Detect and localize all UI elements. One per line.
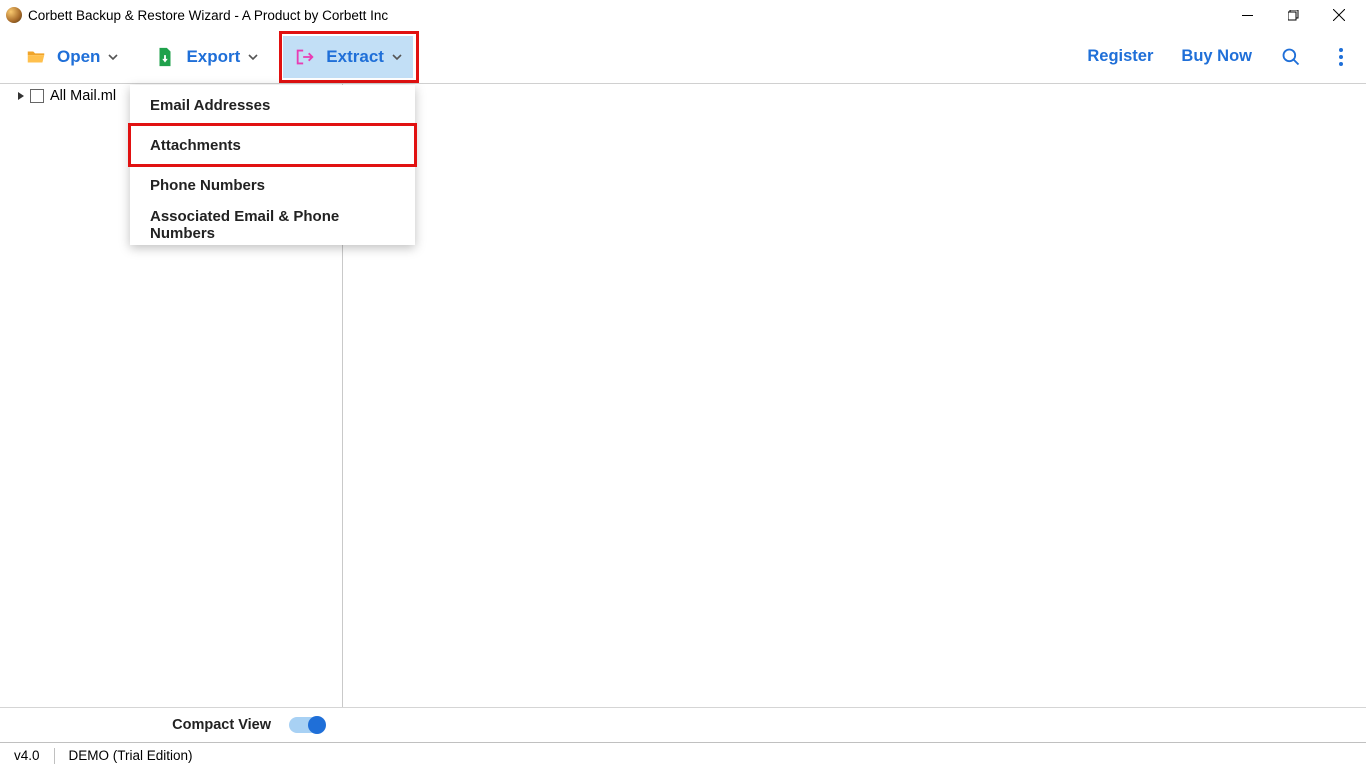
extract-label: Extract xyxy=(326,47,384,67)
export-button[interactable]: Export xyxy=(143,36,269,78)
search-button[interactable] xyxy=(1280,46,1302,68)
file-export-icon xyxy=(154,46,176,68)
titlebar: Corbett Backup & Restore Wizard - A Prod… xyxy=(0,0,1366,30)
buy-now-link[interactable]: Buy Now xyxy=(1181,47,1252,66)
open-label: Open xyxy=(57,47,100,67)
compact-view-toggle[interactable] xyxy=(289,717,325,733)
app-icon xyxy=(6,7,22,23)
toolbar: Open Export Extract Register Buy Now xyxy=(0,30,1366,84)
edition-label: DEMO (Trial Edition) xyxy=(55,748,207,763)
compact-bar-spacer xyxy=(343,707,1366,742)
extract-icon xyxy=(294,46,316,68)
compact-view-bar: Compact View xyxy=(0,707,343,742)
compact-view-label: Compact View xyxy=(172,717,271,733)
main-panel xyxy=(343,84,1366,707)
version-label: v4.0 xyxy=(0,748,54,763)
chevron-down-icon xyxy=(392,52,402,62)
menu-item-label: Attachments xyxy=(150,137,241,154)
status-bar: v4.0 DEMO (Trial Edition) xyxy=(0,742,1366,768)
open-button[interactable]: Open xyxy=(14,36,129,78)
minimize-button[interactable] xyxy=(1224,0,1270,30)
tree-root-label: All Mail.ml xyxy=(50,88,116,104)
extract-dropdown: Email Addresses Attachments Phone Number… xyxy=(130,85,415,245)
extract-item-associated[interactable]: Associated Email & Phone Numbers xyxy=(130,205,415,245)
extract-item-phone-numbers[interactable]: Phone Numbers xyxy=(130,165,415,205)
menu-item-label: Associated Email & Phone Numbers xyxy=(150,208,395,242)
more-options-button[interactable] xyxy=(1330,46,1352,68)
extract-item-attachments[interactable]: Attachments xyxy=(130,125,415,165)
menu-item-label: Phone Numbers xyxy=(150,177,265,194)
toolbar-right-group: Register Buy Now xyxy=(1087,46,1352,68)
window-title: Corbett Backup & Restore Wizard - A Prod… xyxy=(28,8,388,23)
extract-button[interactable]: Extract xyxy=(283,36,413,78)
tree-checkbox[interactable] xyxy=(30,89,44,103)
extract-item-email-addresses[interactable]: Email Addresses xyxy=(130,85,415,125)
chevron-down-icon xyxy=(108,52,118,62)
tree-sidebar: All Mail.ml Email Addresses Attachments … xyxy=(0,84,343,707)
close-button[interactable] xyxy=(1316,0,1362,30)
content-area: All Mail.ml Email Addresses Attachments … xyxy=(0,84,1366,707)
chevron-down-icon xyxy=(248,52,258,62)
register-link[interactable]: Register xyxy=(1087,47,1153,66)
folder-open-icon xyxy=(25,46,47,68)
expander-triangle-icon[interactable] xyxy=(16,91,26,101)
maximize-button[interactable] xyxy=(1270,0,1316,30)
vertical-dots-icon xyxy=(1339,48,1343,66)
export-label: Export xyxy=(186,47,240,67)
menu-item-label: Email Addresses xyxy=(150,97,270,114)
